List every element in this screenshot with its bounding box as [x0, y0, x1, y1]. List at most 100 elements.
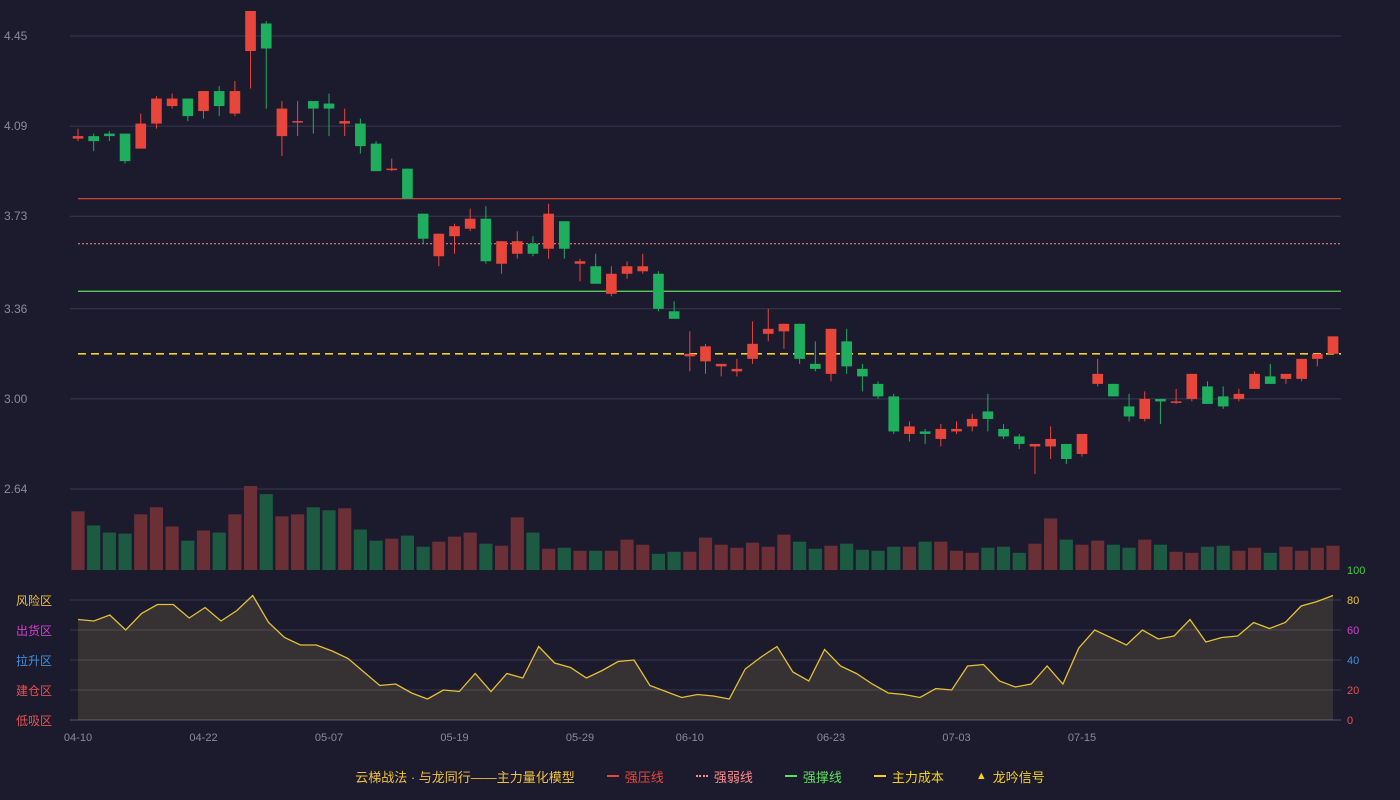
volume-bar [1169, 551, 1183, 570]
candle-body [543, 213, 554, 249]
candle-body [1296, 358, 1307, 379]
volume-bar [385, 538, 399, 570]
volume-bar [871, 550, 885, 570]
candle-body [135, 123, 147, 149]
volume-bar [479, 543, 493, 570]
legend-item-cost[interactable]: 主力成本 [873, 767, 944, 786]
volume-bar [840, 543, 854, 570]
volume-bar [369, 540, 383, 570]
volume-bar [149, 507, 164, 570]
price-tick-label: 3.36 [4, 302, 28, 316]
volume-bar [1232, 550, 1246, 570]
candle-body [1327, 336, 1339, 354]
x-tick-label: 04-10 [64, 732, 92, 744]
oscillator-tick-label: 60 [1347, 625, 1359, 637]
volume-bar [620, 539, 634, 570]
price-tick-label: 4.45 [4, 29, 28, 43]
candle-body [417, 213, 429, 239]
candle-body [339, 121, 351, 124]
candle-body [1139, 398, 1151, 419]
candle-body [88, 136, 100, 142]
candle-body [276, 108, 288, 137]
candle-body [1202, 386, 1213, 404]
candle-body [966, 418, 978, 427]
volume-bar [557, 547, 571, 570]
price-tick-label: 2.64 [4, 482, 28, 496]
candle-body [1060, 443, 1072, 459]
candle-body [590, 266, 602, 284]
legend-swatch-cost [873, 775, 886, 777]
candle-body [982, 411, 994, 419]
candle-body [684, 353, 696, 357]
volume-bar [981, 547, 995, 570]
candle-body [245, 10, 256, 52]
volume-bar [793, 541, 807, 570]
volume-bar [275, 516, 289, 570]
volume-bar [1263, 552, 1277, 570]
oscillator-zone-label: 建仓区 [16, 684, 52, 698]
candle-body [558, 221, 570, 249]
candle-body [198, 91, 209, 112]
candle-body [182, 98, 194, 117]
volume-bar [1295, 550, 1309, 570]
volume-bar [432, 541, 446, 570]
candle-body [370, 143, 382, 172]
candle-body [213, 91, 225, 107]
volume-bar [934, 541, 948, 570]
volume-bar [243, 486, 258, 570]
price-tick-label: 3.73 [4, 209, 28, 223]
x-tick-label: 06-23 [817, 732, 845, 744]
volume-bar [698, 537, 713, 570]
volume-bar [730, 547, 744, 570]
volume-bar [353, 529, 367, 570]
x-tick-label: 07-15 [1068, 732, 1096, 744]
volume-bar [996, 546, 1011, 570]
volume-bar [494, 545, 509, 570]
volume-bar [71, 511, 85, 570]
candle-body [794, 323, 805, 359]
candle-body [1233, 393, 1245, 399]
candle-body [872, 383, 884, 397]
volume-bar [902, 546, 917, 570]
candle-body [825, 328, 837, 374]
legend-item-support[interactable]: 强撑线 [784, 767, 842, 786]
candle-body [433, 233, 445, 257]
candle-body [1217, 396, 1229, 407]
legend-item-signal[interactable]: ▲ 龙吟信号 [976, 767, 1045, 786]
legend-label-weak: 强弱线 [713, 769, 753, 785]
candle-body [904, 426, 915, 434]
volume-bar [1122, 547, 1136, 570]
legend-label-support: 强撑线 [802, 769, 842, 785]
oscillator-area [78, 595, 1333, 720]
volume-bar [1044, 518, 1058, 570]
volume-bar [338, 508, 352, 570]
volume-bar [306, 507, 320, 570]
x-tick-label: 05-19 [440, 732, 468, 744]
volume-bar [1059, 539, 1073, 570]
oscillator-zone-label: 出货区 [16, 623, 52, 638]
legend-swatch-pressure [606, 775, 619, 777]
oscillator-zone-label: 低吸区 [16, 714, 52, 728]
oscillator-zone-label: 拉升区 [16, 653, 52, 668]
volume-bar [87, 525, 101, 570]
candle-body [386, 168, 398, 171]
candle-body [402, 168, 413, 199]
x-tick-label: 06-10 [676, 732, 704, 744]
volume-bar [322, 510, 336, 570]
candle-body [762, 328, 774, 334]
candle-body [449, 226, 460, 237]
volume-bar [777, 534, 791, 570]
volume-bar [118, 533, 132, 570]
candle-body [1045, 438, 1056, 447]
candle-body [323, 103, 335, 109]
legend-item-weak[interactable]: 强弱线 [695, 767, 753, 786]
candle-body [1123, 406, 1135, 417]
legend-item-pressure[interactable]: 强压线 [606, 767, 664, 786]
candle-body [951, 428, 962, 432]
candle-body [935, 428, 947, 439]
candle-body [919, 431, 931, 434]
volume-bar [604, 550, 618, 570]
volume-bar [745, 542, 760, 570]
volume-bar [416, 546, 430, 570]
chart-legend: 云梯战法 · 与龙同行——主力量化模型 强压线 强弱线 强撑线 主力成本 ▲ 龙… [0, 766, 1400, 786]
